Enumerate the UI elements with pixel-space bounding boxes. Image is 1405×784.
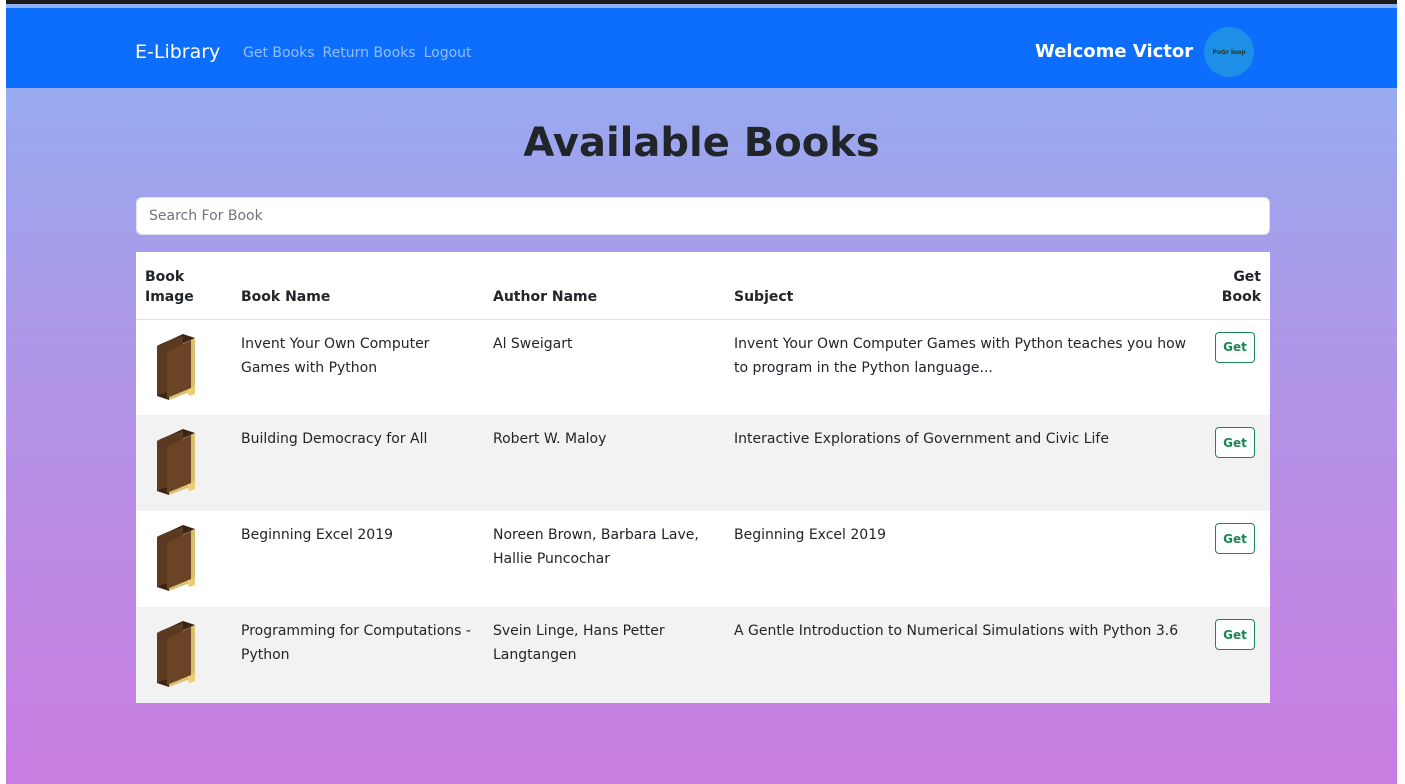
book-subject: Beginning Excel 2019 [734, 527, 887, 543]
avatar[interactable]: PoGr loop [1204, 27, 1254, 77]
header-author-name: Author Name [484, 252, 725, 320]
get-book-button[interactable]: Get [1215, 331, 1255, 363]
nav-link-get-books[interactable]: Get Books [243, 45, 315, 61]
nav-link-return-books[interactable]: Return Books [323, 45, 416, 61]
search-input[interactable] [136, 197, 1270, 235]
book-icon [157, 525, 195, 591]
author-name: Al Sweigart [493, 335, 573, 352]
books-table: Book Image Book Name Author Name Subject… [136, 252, 1270, 703]
book-image-cell [136, 607, 232, 703]
welcome-message: Welcome Victor [1035, 41, 1194, 62]
author-name: Svein Linge, Hans Petter Langtangen [484, 607, 725, 703]
get-book-button[interactable]: Get [1215, 523, 1255, 554]
book-name: Invent Your Own Computer Games with Pyth… [241, 335, 430, 376]
table-header-row: Book Image Book Name Author Name Subject… [136, 252, 1270, 320]
books-table-container: Book Image Book Name Author Name Subject… [136, 252, 1270, 703]
header-subject: Subject [725, 252, 1200, 320]
table-row: Building Democracy for All Robert W. Mal… [136, 415, 1270, 511]
brand-logo[interactable]: E-Library [135, 41, 220, 63]
book-name: Beginning Excel 2019 [241, 527, 394, 543]
nav-link-logout[interactable]: Logout [424, 45, 472, 61]
book-image-cell [136, 511, 232, 607]
header-book-image: Book Image [136, 252, 232, 320]
nav-links: Get Books Return Books Logout [243, 45, 480, 61]
get-cell: Get [1200, 415, 1270, 511]
book-image-cell [136, 415, 232, 511]
avatar-text: PoGr loop [1212, 48, 1246, 56]
table-row: Invent Your Own Computer Games with Pyth… [136, 319, 1270, 415]
page-title: Available Books [523, 120, 880, 166]
book-subject: Interactive Explorations of Government a… [725, 415, 1200, 511]
book-icon [157, 333, 195, 400]
author-name: Noreen Brown, Barbara Lave, Hallie Punco… [493, 527, 699, 567]
author-name: Robert W. Maloy [484, 415, 725, 511]
get-book-button[interactable]: Get [1215, 619, 1255, 650]
get-cell: Get [1200, 319, 1270, 415]
get-book-button[interactable]: Get [1215, 427, 1255, 458]
get-cell: Get [1200, 511, 1270, 607]
header-get-book: Get Book [1200, 252, 1270, 320]
table-row: Programming for Computations - Python Sv… [136, 607, 1270, 703]
book-image-cell [136, 319, 232, 415]
book-icon [157, 621, 195, 687]
book-name: Building Democracy for All [232, 415, 484, 511]
app-frame: E-Library Get Books Return Books Logout … [6, 0, 1397, 784]
book-subject: A Gentle Introduction to Numerical Simul… [725, 607, 1200, 703]
header-book-name: Book Name [232, 252, 484, 320]
table-row: Beginning Excel 2019 Noreen Brown, Barba… [136, 511, 1270, 607]
get-cell: Get [1200, 607, 1270, 703]
book-icon [157, 429, 195, 495]
navbar: E-Library Get Books Return Books Logout … [6, 8, 1397, 88]
book-subject: Invent Your Own Computer Games with Pyth… [734, 335, 1187, 376]
book-name: Programming for Computations - Python [232, 607, 484, 703]
